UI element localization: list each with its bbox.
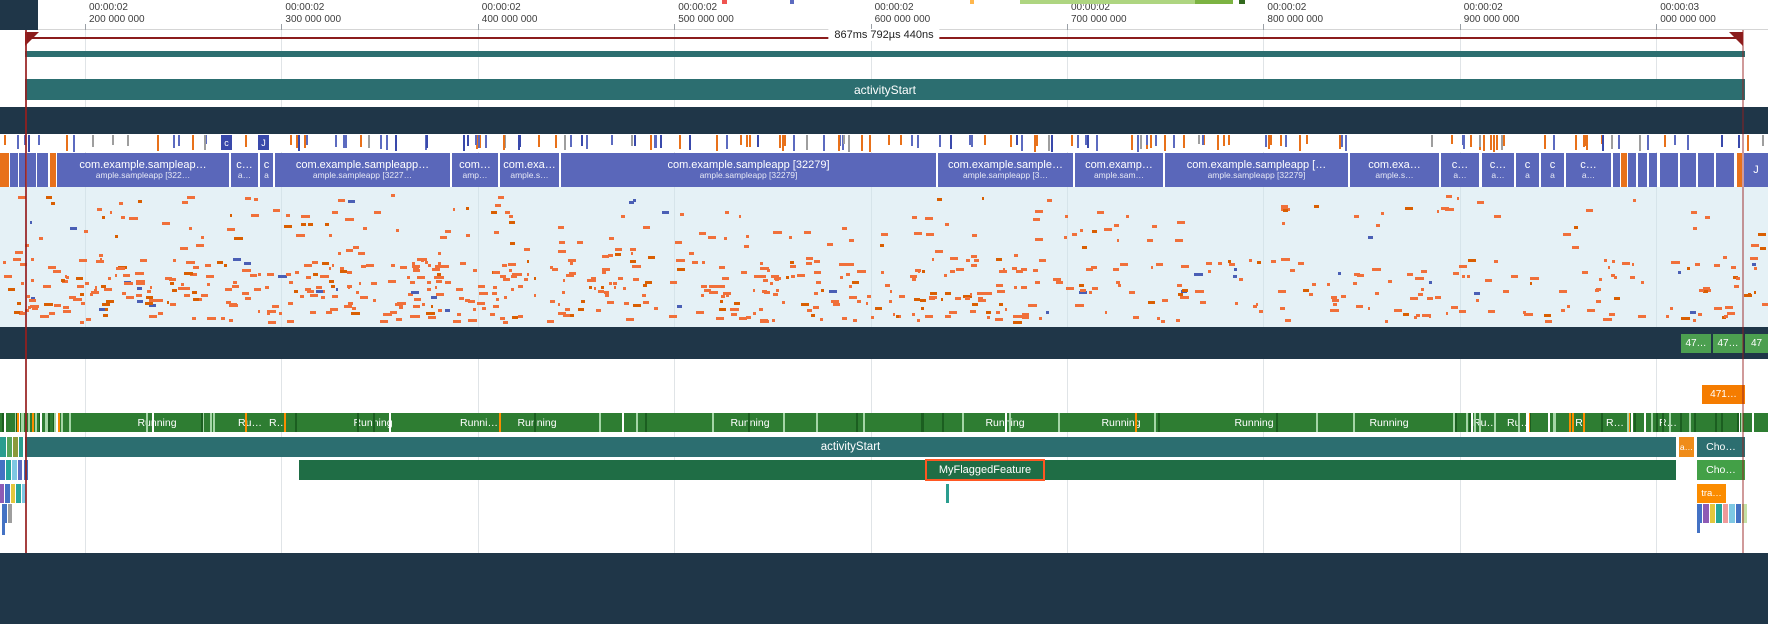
selection-flag-left-icon[interactable] <box>25 32 39 46</box>
flame-slice[interactable] <box>1729 504 1735 523</box>
counter-badge-1[interactable]: 47… <box>1681 334 1711 353</box>
slice-label: MyFlaggedFeature <box>939 464 1031 476</box>
flagged-feature-selected-slice[interactable]: MyFlaggedFeature <box>925 459 1045 481</box>
trace-timeline: 00:00:02200 000 000 00:00:02300 000 000 00… <box>0 0 1768 624</box>
minimap-layer <box>0 0 1768 5</box>
selection-line-left[interactable] <box>25 30 27 553</box>
ruler-timestamp: 00:00:02400 000 000 <box>482 2 538 26</box>
ruler-timestamp: 00:00:02200 000 000 <box>89 2 145 26</box>
flame-slice[interactable] <box>1716 504 1722 523</box>
flame-slice[interactable] <box>1710 504 1715 523</box>
minimap-mark <box>790 0 794 4</box>
ruler-timestamp: 00:00:03000 000 000 <box>1660 2 1716 26</box>
flame-slice[interactable] <box>1697 504 1702 523</box>
flame-slice[interactable] <box>1723 504 1728 523</box>
minimap-mark <box>1195 0 1233 4</box>
minimap-mark <box>970 0 974 4</box>
counter-badge-3[interactable]: 47 <box>1745 334 1768 353</box>
ruler-tick-mark <box>1656 24 1657 30</box>
ruler-tick-mark <box>1460 24 1461 30</box>
ruler-timestamp: 00:00:02800 000 000 <box>1267 2 1323 26</box>
ruler-tick-mark <box>1067 24 1068 30</box>
ruler-tick-mark <box>1263 24 1264 30</box>
ruler-tick-mark <box>85 24 86 30</box>
ruler-timestamp: 00:00:02900 000 000 <box>1464 2 1520 26</box>
bottom-panel <box>0 553 1768 624</box>
flame-slice[interactable] <box>1703 504 1709 523</box>
minimap-mark <box>722 0 727 4</box>
counter-badge-2[interactable]: 47… <box>1713 334 1743 353</box>
flame-slice[interactable] <box>1736 504 1741 523</box>
selection-duration-label: 867ms 792µs 440ns <box>828 29 939 41</box>
ruler-timestamp: 00:00:02600 000 000 <box>875 2 931 26</box>
selection-flag-right-icon[interactable] <box>1729 32 1743 46</box>
ruler-timestamp: 00:00:02500 000 000 <box>678 2 734 26</box>
minimap-mark <box>1239 0 1245 4</box>
flame-slice[interactable] <box>1697 523 1700 533</box>
ruler-tick-mark <box>674 24 675 30</box>
ruler-tick-mark <box>478 24 479 30</box>
flame-right-layer <box>0 0 1768 624</box>
minimap-mark <box>1020 0 1195 4</box>
selection-line-right[interactable] <box>1742 30 1744 553</box>
ruler-timestamp: 00:00:02700 000 000 <box>1071 2 1127 26</box>
counter-badge-orange[interactable]: 471… <box>1702 385 1745 404</box>
ruler-tick-mark <box>281 24 282 30</box>
ruler-timestamp: 00:00:02300 000 000 <box>285 2 341 26</box>
